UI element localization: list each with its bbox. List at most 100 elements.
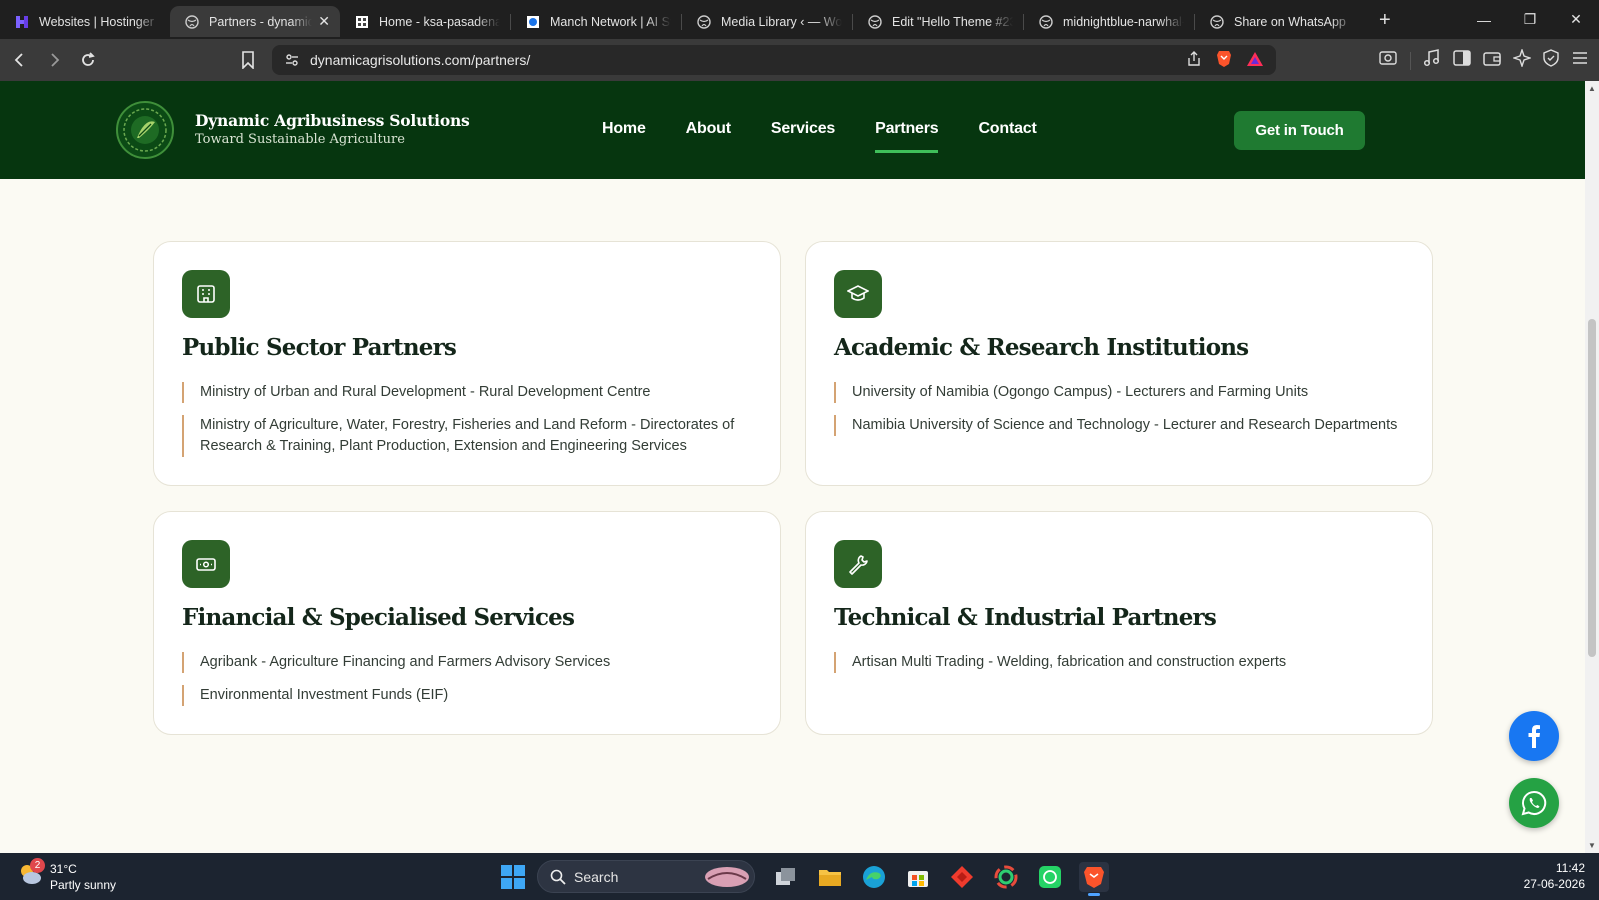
tab-narwhal[interactable]: midnightblue-narwhal- (1024, 6, 1194, 37)
globe-icon (696, 14, 712, 30)
tab-media-library[interactable]: Media Library ‹ — Wor (682, 6, 852, 37)
get-in-touch-button[interactable]: Get in Touch (1234, 111, 1365, 150)
address-bar[interactable]: dynamicagrisolutions.com/partners/ (272, 45, 1276, 75)
list-item: Agribank - Agriculture Financing and Far… (182, 652, 750, 673)
partner-list: Agribank - Agriculture Financing and Far… (182, 652, 750, 718)
nav-home[interactable]: Home (582, 81, 666, 179)
nav-contact[interactable]: Contact (958, 81, 1056, 179)
brand-name[interactable]: Dynamic Agribusiness Solutions (195, 111, 470, 130)
bookmark-icon[interactable] (234, 46, 262, 74)
tab-manch[interactable]: Manch Network | AI Sy (511, 6, 681, 37)
taskbar-search[interactable]: Search (537, 860, 755, 893)
nav-partners[interactable]: Partners (855, 81, 958, 179)
tab-title: Media Library ‹ — Wor (721, 14, 842, 29)
browser-toolbar: dynamicagrisolutions.com/partners/ (0, 39, 1599, 81)
partner-card-financial: Financial & Specialised Services Agriban… (153, 511, 781, 735)
partner-card-public-sector: Public Sector Partners Ministry of Urban… (153, 241, 781, 486)
grid-icon (354, 14, 370, 30)
search-highlight-image (705, 867, 749, 887)
whatsapp-button[interactable] (1509, 778, 1559, 828)
whatsapp-app-icon[interactable] (1035, 862, 1065, 892)
partner-list: Artisan Multi Trading - Welding, fabrica… (834, 652, 1402, 685)
weather-desc: Partly sunny (50, 878, 117, 892)
weather-temp: 31°C (50, 862, 77, 876)
building-icon (182, 270, 230, 318)
sidebar-icon[interactable] (1453, 50, 1471, 71)
scroll-down-icon[interactable]: ▼ (1588, 841, 1596, 850)
weather-widget[interactable]: 2 31°C Partly sunny (16, 858, 116, 892)
wallet-icon[interactable] (1483, 50, 1501, 71)
back-icon[interactable] (6, 46, 34, 74)
anydesk-icon[interactable] (947, 862, 977, 892)
menu-icon[interactable] (1571, 50, 1589, 71)
vpn-icon[interactable] (1543, 49, 1559, 72)
system-clock[interactable]: 11:42 27-06-2026 (1524, 860, 1585, 892)
tab-hostinger[interactable]: Websites | Hostinger (0, 6, 170, 37)
tab-title: Partners - dynamic (209, 14, 313, 29)
url-text: dynamicagrisolutions.com/partners/ (310, 52, 531, 68)
scroll-up-icon[interactable]: ▲ (1588, 84, 1596, 93)
globe-icon (1038, 14, 1054, 30)
reload-icon[interactable] (74, 46, 102, 74)
main-nav: Home About Services Partners Contact (582, 81, 1057, 179)
toolbar-extensions (1378, 47, 1589, 72)
task-view-icon[interactable] (771, 862, 801, 892)
nav-services[interactable]: Services (751, 81, 855, 179)
globe-icon (184, 14, 200, 30)
forward-icon[interactable] (40, 46, 68, 74)
page-viewport: Dynamic Agribusiness Solutions Toward Su… (0, 81, 1585, 853)
taskbar-apps (771, 862, 1109, 896)
tab-title: midnightblue-narwhal- (1063, 14, 1184, 29)
tab-partners[interactable]: Partners - dynamic ✕ (170, 6, 340, 37)
share-icon[interactable] (1186, 51, 1202, 72)
notification-badge: 2 (30, 858, 45, 873)
scrollbar-thumb[interactable] (1588, 319, 1596, 657)
list-item: Artisan Multi Trading - Welding, fabrica… (834, 652, 1402, 673)
site-header: Dynamic Agribusiness Solutions Toward Su… (0, 81, 1585, 179)
card-title: Technical & Industrial Partners (834, 604, 1217, 631)
minimize-icon[interactable]: — (1461, 0, 1507, 39)
hostinger-icon (14, 14, 30, 30)
edge-icon[interactable] (859, 862, 889, 892)
card-title: Public Sector Partners (182, 334, 457, 361)
clock-time: 11:42 (1555, 861, 1585, 875)
file-explorer-icon[interactable] (815, 862, 845, 892)
tab-whatsapp-share[interactable]: Share on WhatsApp (1195, 6, 1365, 37)
close-tab-icon[interactable]: ✕ (318, 13, 330, 30)
card-title: Financial & Specialised Services (182, 604, 575, 631)
card-title: Academic & Research Institutions (834, 334, 1249, 361)
tab-ksa[interactable]: Home - ksa-pasadena.c (340, 6, 510, 37)
partner-card-academic: Academic & Research Institutions Univers… (805, 241, 1433, 486)
page-scrollbar[interactable]: ▲ ▼ (1585, 81, 1599, 853)
media-icon[interactable] (1423, 49, 1441, 72)
facebook-button[interactable] (1509, 711, 1559, 761)
list-item: Namibia University of Science and Techno… (834, 415, 1402, 436)
tab-title: Edit "Hello Theme #23" (892, 14, 1013, 29)
tab-title: Manch Network | AI Sy (550, 14, 671, 29)
whatsapp-icon (1521, 790, 1547, 816)
leo-ai-icon[interactable] (1511, 47, 1533, 72)
screenshot-icon[interactable] (1378, 49, 1398, 72)
window-controls: — ❐ ✕ (1461, 0, 1599, 39)
money-icon (182, 540, 230, 588)
store-icon[interactable] (903, 862, 933, 892)
brave-rewards-icon[interactable] (1246, 51, 1264, 72)
facebook-icon (1528, 725, 1540, 748)
tab-edit-theme[interactable]: Edit "Hello Theme #23" (853, 6, 1023, 37)
site-settings-icon[interactable] (284, 52, 300, 73)
manch-icon (525, 14, 541, 30)
list-item: Ministry of Urban and Rural Development … (182, 382, 750, 403)
windows-start-icon[interactable] (501, 865, 525, 889)
nav-about[interactable]: About (666, 81, 751, 179)
close-window-icon[interactable]: ✕ (1553, 0, 1599, 39)
brave-browser-icon[interactable] (1079, 862, 1109, 896)
company-logo[interactable] (115, 100, 175, 160)
brand-tagline: Toward Sustainable Agriculture (195, 132, 405, 147)
new-tab-icon[interactable]: + (1379, 9, 1391, 32)
tab-title: Share on WhatsApp (1234, 14, 1346, 29)
brave-shields-icon[interactable] (1216, 50, 1232, 73)
color-picker-icon[interactable] (991, 862, 1021, 892)
globe-icon (1209, 14, 1225, 30)
restore-icon[interactable]: ❐ (1507, 0, 1553, 39)
partner-card-technical: Technical & Industrial Partners Artisan … (805, 511, 1433, 735)
